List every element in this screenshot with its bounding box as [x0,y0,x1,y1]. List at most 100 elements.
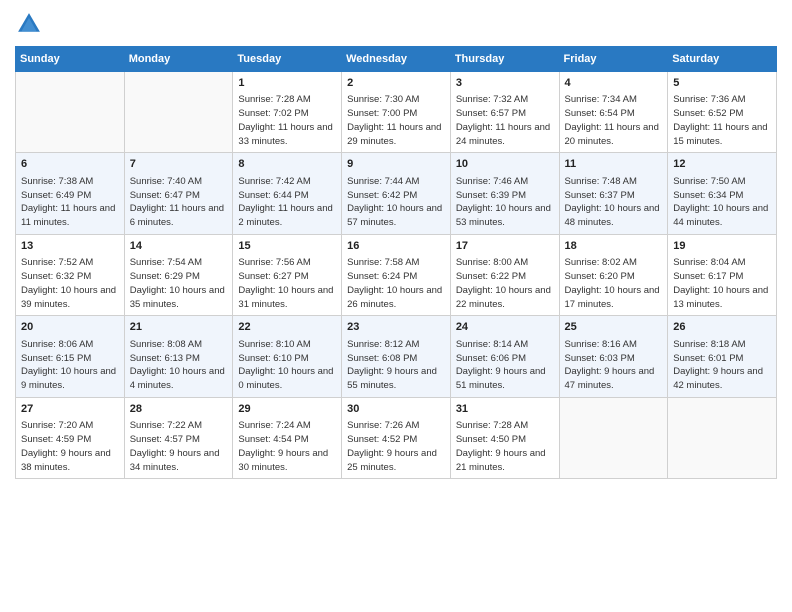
calendar-cell: 30 Sunrise: 7:26 AMSunset: 4:52 PMDayligh… [342,397,451,478]
calendar-cell: 27 Sunrise: 7:20 AMSunset: 4:59 PMDayligh… [16,397,125,478]
calendar-week-row: 1 Sunrise: 7:28 AMSunset: 7:02 PMDaylight… [16,72,777,153]
calendar-cell [668,397,777,478]
day-info: Sunrise: 7:54 AMSunset: 6:29 PMDaylight:… [130,256,228,311]
calendar-cell: 20 Sunrise: 8:06 AMSunset: 6:15 PMDayligh… [16,316,125,397]
calendar-cell: 28 Sunrise: 7:22 AMSunset: 4:57 PMDayligh… [124,397,233,478]
day-info: Sunrise: 8:06 AMSunset: 6:15 PMDaylight:… [21,338,119,393]
calendar-cell: 16 Sunrise: 7:58 AMSunset: 6:24 PMDayligh… [342,234,451,315]
day-number: 2 [347,76,445,91]
day-number: 28 [130,402,228,417]
weekday-header: Friday [559,47,668,72]
day-number: 10 [456,157,554,172]
day-number: 24 [456,320,554,335]
calendar-cell: 3 Sunrise: 7:32 AMSunset: 6:57 PMDaylight… [450,72,559,153]
day-number: 23 [347,320,445,335]
header [15,10,777,38]
day-info: Sunrise: 7:38 AMSunset: 6:49 PMDaylight:… [21,175,119,230]
calendar-cell: 1 Sunrise: 7:28 AMSunset: 7:02 PMDaylight… [233,72,342,153]
day-number: 5 [673,76,771,91]
day-info: Sunrise: 7:20 AMSunset: 4:59 PMDaylight:… [21,419,119,474]
day-info: Sunrise: 7:32 AMSunset: 6:57 PMDaylight:… [456,93,554,148]
day-info: Sunrise: 7:56 AMSunset: 6:27 PMDaylight:… [238,256,336,311]
calendar-cell: 5 Sunrise: 7:36 AMSunset: 6:52 PMDaylight… [668,72,777,153]
calendar-cell: 13 Sunrise: 7:52 AMSunset: 6:32 PMDayligh… [16,234,125,315]
day-info: Sunrise: 8:18 AMSunset: 6:01 PMDaylight:… [673,338,771,393]
day-number: 13 [21,239,119,254]
calendar-cell: 19 Sunrise: 8:04 AMSunset: 6:17 PMDayligh… [668,234,777,315]
calendar-cell: 22 Sunrise: 8:10 AMSunset: 6:10 PMDayligh… [233,316,342,397]
day-info: Sunrise: 7:22 AMSunset: 4:57 PMDaylight:… [130,419,228,474]
day-info: Sunrise: 8:08 AMSunset: 6:13 PMDaylight:… [130,338,228,393]
calendar-week-row: 6 Sunrise: 7:38 AMSunset: 6:49 PMDaylight… [16,153,777,234]
calendar-cell: 17 Sunrise: 8:00 AMSunset: 6:22 PMDayligh… [450,234,559,315]
logo [15,10,47,38]
day-number: 26 [673,320,771,335]
day-info: Sunrise: 8:12 AMSunset: 6:08 PMDaylight:… [347,338,445,393]
day-info: Sunrise: 8:10 AMSunset: 6:10 PMDaylight:… [238,338,336,393]
day-number: 9 [347,157,445,172]
weekday-header: Thursday [450,47,559,72]
calendar-cell [124,72,233,153]
day-info: Sunrise: 8:14 AMSunset: 6:06 PMDaylight:… [456,338,554,393]
day-info: Sunrise: 8:00 AMSunset: 6:22 PMDaylight:… [456,256,554,311]
weekday-header: Saturday [668,47,777,72]
day-number: 16 [347,239,445,254]
day-info: Sunrise: 7:26 AMSunset: 4:52 PMDaylight:… [347,419,445,474]
day-info: Sunrise: 7:30 AMSunset: 7:00 PMDaylight:… [347,93,445,148]
calendar-cell: 2 Sunrise: 7:30 AMSunset: 7:00 PMDaylight… [342,72,451,153]
logo-icon [15,10,43,38]
day-info: Sunrise: 7:58 AMSunset: 6:24 PMDaylight:… [347,256,445,311]
day-number: 22 [238,320,336,335]
calendar-cell: 14Sunrise: 7:54 AMSunset: 6:29 PMDayligh… [124,234,233,315]
day-info: Sunrise: 7:34 AMSunset: 6:54 PMDaylight:… [565,93,663,148]
day-number: 30 [347,402,445,417]
calendar-cell: 26 Sunrise: 8:18 AMSunset: 6:01 PMDayligh… [668,316,777,397]
day-number: 18 [565,239,663,254]
day-number: 19 [673,239,771,254]
day-info: Sunrise: 7:50 AMSunset: 6:34 PMDaylight:… [673,175,771,230]
day-number: 27 [21,402,119,417]
day-number: 21 [130,320,228,335]
day-number: 12 [673,157,771,172]
weekday-header: Monday [124,47,233,72]
day-info: Sunrise: 7:24 AMSunset: 4:54 PMDaylight:… [238,419,336,474]
day-info: Sunrise: 7:46 AMSunset: 6:39 PMDaylight:… [456,175,554,230]
day-number: 11 [565,157,663,172]
calendar-cell: 15 Sunrise: 7:56 AMSunset: 6:27 PMDayligh… [233,234,342,315]
calendar-table: SundayMondayTuesdayWednesdayThursdayFrid… [15,46,777,479]
weekday-header: Sunday [16,47,125,72]
calendar-cell: 29 Sunrise: 7:24 AMSunset: 4:54 PMDayligh… [233,397,342,478]
day-info: Sunrise: 7:44 AMSunset: 6:42 PMDaylight:… [347,175,445,230]
day-number: 17 [456,239,554,254]
day-number: 3 [456,76,554,91]
day-info: Sunrise: 8:02 AMSunset: 6:20 PMDaylight:… [565,256,663,311]
calendar-week-row: 27 Sunrise: 7:20 AMSunset: 4:59 PMDayligh… [16,397,777,478]
day-number: 4 [565,76,663,91]
day-number: 25 [565,320,663,335]
day-number: 29 [238,402,336,417]
calendar-cell: 9 Sunrise: 7:44 AMSunset: 6:42 PMDaylight… [342,153,451,234]
day-number: 20 [21,320,119,335]
calendar-cell: 10 Sunrise: 7:46 AMSunset: 6:39 PMDayligh… [450,153,559,234]
calendar-cell [559,397,668,478]
weekday-header: Wednesday [342,47,451,72]
day-info: Sunrise: 7:36 AMSunset: 6:52 PMDaylight:… [673,93,771,148]
calendar-cell: 6 Sunrise: 7:38 AMSunset: 6:49 PMDaylight… [16,153,125,234]
calendar-cell: 31Sunrise: 7:28 AMSunset: 4:50 PMDayligh… [450,397,559,478]
day-info: Sunrise: 7:52 AMSunset: 6:32 PMDaylight:… [21,256,119,311]
day-number: 15 [238,239,336,254]
calendar-cell: 4 Sunrise: 7:34 AMSunset: 6:54 PMDaylight… [559,72,668,153]
calendar-cell: 12 Sunrise: 7:50 AMSunset: 6:34 PMDayligh… [668,153,777,234]
calendar-header-row: SundayMondayTuesdayWednesdayThursdayFrid… [16,47,777,72]
day-info: Sunrise: 8:04 AMSunset: 6:17 PMDaylight:… [673,256,771,311]
day-number: 6 [21,157,119,172]
calendar-cell [16,72,125,153]
day-info: Sunrise: 7:28 AMSunset: 7:02 PMDaylight:… [238,93,336,148]
day-number: 8 [238,157,336,172]
day-info: Sunrise: 7:42 AMSunset: 6:44 PMDaylight:… [238,175,336,230]
day-number: 1 [238,76,336,91]
calendar-cell: 23 Sunrise: 8:12 AMSunset: 6:08 PMDayligh… [342,316,451,397]
calendar-cell: 7Sunrise: 7:40 AMSunset: 6:47 PMDaylight… [124,153,233,234]
calendar-cell: 18 Sunrise: 8:02 AMSunset: 6:20 PMDayligh… [559,234,668,315]
day-info: Sunrise: 7:28 AMSunset: 4:50 PMDaylight:… [456,419,554,474]
